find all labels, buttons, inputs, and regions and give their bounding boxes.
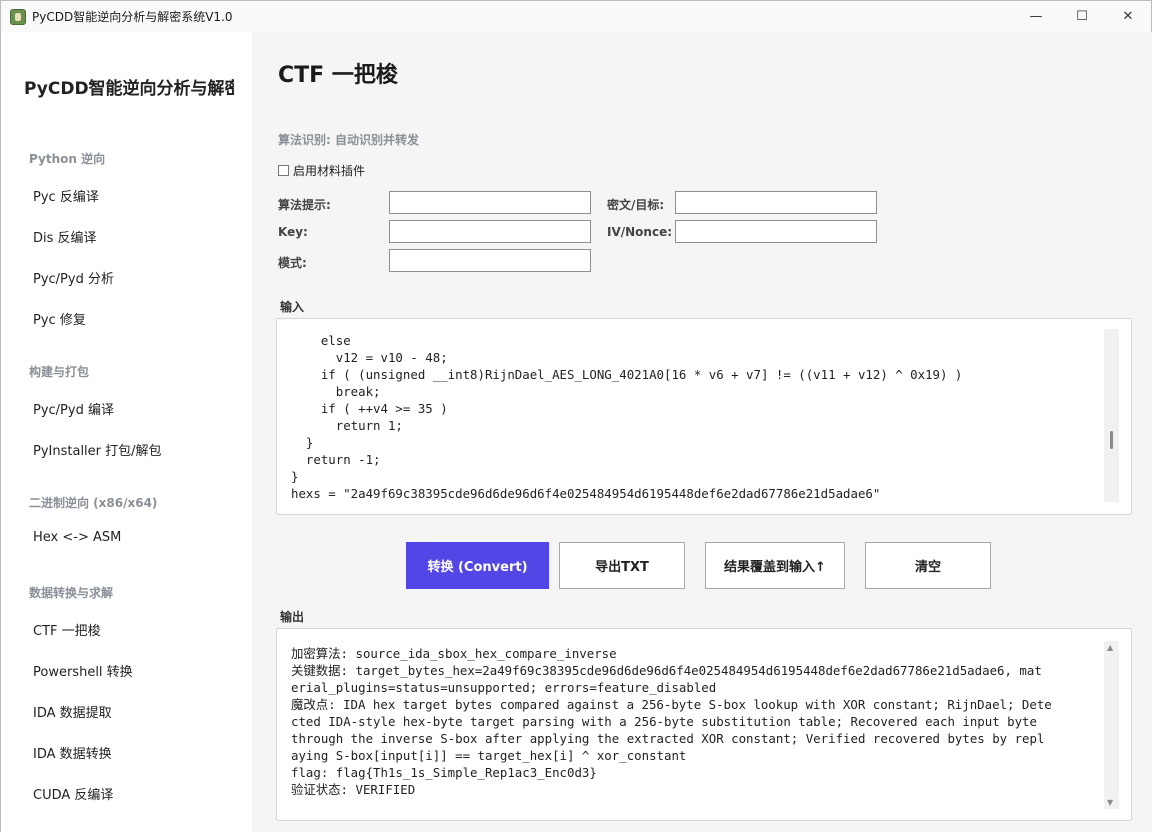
nav-ctf-solver[interactable]: CTF 一把梭 (33, 620, 101, 639)
plugin-toggle[interactable]: 启用材料插件 (278, 162, 365, 179)
output-scrollbar[interactable]: ▲ ▼ (1104, 641, 1119, 809)
section-binary-reverse: 二进制逆向 (x86/x64) (29, 496, 158, 510)
title-bar[interactable]: PyCDD智能逆向分析与解密系统V1.0 — ☐ ✕ (1, 1, 1151, 32)
page-title: CTF 一把梭 (278, 63, 398, 88)
key-label: Key: (278, 225, 308, 239)
output-label: 输出 (280, 610, 305, 624)
app-name: PyCDD智能逆向分析与解密系统V1.0 (24, 79, 234, 99)
output-line: erial_plugins=status=unsupported; errors… (291, 680, 717, 695)
nav-pyc-pyd-analysis[interactable]: Pyc/Pyd 分析 (33, 268, 114, 287)
input-scrollbar-thumb[interactable] (1110, 431, 1113, 449)
mode-input[interactable] (389, 249, 591, 272)
input-label: 输入 (280, 300, 305, 314)
section-build-pack: 构建与打包 (29, 365, 90, 379)
section-data-convert: 数据转换与求解 (29, 586, 114, 600)
window-controls: — ☐ ✕ (1013, 1, 1151, 32)
algo-hint-input[interactable] (389, 191, 591, 214)
key-input[interactable] (389, 220, 591, 243)
output-flag-line: flag: flag{Th1s_1s_Simple_Rep1ac3_Enc0d3… (291, 765, 597, 780)
output-line: 验证状态: VERIFIED (291, 782, 416, 797)
nav-pyc-decompile[interactable]: Pyc 反编译 (33, 186, 99, 205)
output-line: 加密算法: source_ida_sbox_hex_compare_invers… (291, 646, 617, 661)
sidebar: PyCDD智能逆向分析与解密系统V1.0 Python 逆向 Pyc 反编译 D… (1, 32, 252, 832)
app-icon (10, 8, 26, 25)
input-scrollbar[interactable] (1104, 329, 1119, 502)
nav-ida-convert[interactable]: IDA 数据转换 (33, 743, 112, 762)
minimize-button[interactable]: — (1013, 1, 1059, 32)
iv-nonce-input[interactable] (675, 220, 877, 243)
overwrite-input-button[interactable]: 结果覆盖到输入↑ (705, 542, 845, 589)
export-txt-button[interactable]: 导出TXT (559, 542, 685, 589)
mode-label: 模式: (278, 256, 307, 270)
input-line: if ( ++v4 >= 35 ) (291, 401, 448, 416)
maximize-button[interactable]: ☐ (1059, 1, 1105, 32)
output-line: cted IDA-style hex-byte target parsing w… (291, 714, 1037, 729)
nav-cuda-decompile[interactable]: CUDA 反编译 (33, 784, 113, 803)
input-line: v12 = v10 - 48; (291, 350, 448, 365)
main-content: CTF 一把梭 算法识别: 自动识别并转发 启用材料插件 算法提示: 密文/目标… (252, 32, 1152, 832)
input-line: } (291, 469, 299, 484)
section-python-reverse: Python 逆向 (29, 152, 106, 166)
clear-button[interactable]: 清空 (865, 542, 991, 589)
plugin-checkbox-label: 启用材料插件 (293, 164, 366, 178)
scroll-up-arrow-icon[interactable]: ▲ (1107, 643, 1113, 652)
output-line: 关键数据: target_bytes_hex=2a49f69c38395cde9… (291, 663, 1042, 678)
plugin-checkbox[interactable] (278, 165, 289, 176)
input-line: if ( (unsigned __int8)RijnDael_AES_LONG_… (291, 367, 963, 382)
nav-hex-asm[interactable]: Hex <-> ASM (33, 530, 121, 545)
nav-pyc-repair[interactable]: Pyc 修复 (33, 309, 86, 328)
input-line: else (291, 333, 351, 348)
input-textarea[interactable]: else v12 = v10 - 48; if ( (unsigned __in… (276, 318, 1132, 515)
convert-button[interactable]: 转换 (Convert) (406, 542, 549, 589)
output-line: aying S-box[input[i]] == target_hex[i] ^… (291, 748, 687, 763)
nav-dis-decompile[interactable]: Dis 反编译 (33, 227, 97, 246)
output-line: through the inverse S-box after applying… (291, 731, 1045, 746)
output-textarea[interactable]: 加密算法: source_ida_sbox_hex_compare_invers… (276, 628, 1132, 821)
cipher-target-input[interactable] (675, 191, 877, 214)
nav-powershell[interactable]: Powershell 转换 (33, 661, 133, 680)
input-line: hexs = "2a49f69c38395cde96d6de96d6f4e025… (291, 486, 881, 501)
nav-pyinstaller[interactable]: PyInstaller 打包/解包 (33, 440, 162, 459)
input-line: return -1; (291, 452, 381, 467)
window-title: PyCDD智能逆向分析与解密系统V1.0 (32, 10, 233, 24)
scroll-down-arrow-icon[interactable]: ▼ (1107, 798, 1113, 807)
iv-nonce-label: IV/Nonce: (607, 225, 673, 239)
input-line: break; (291, 384, 381, 399)
input-line: } (291, 435, 314, 450)
nav-ida-extract[interactable]: IDA 数据提取 (33, 702, 112, 721)
close-button[interactable]: ✕ (1105, 1, 1151, 32)
nav-pyc-pyd-compile[interactable]: Pyc/Pyd 编译 (33, 399, 114, 418)
app-window: PyCDD智能逆向分析与解密系统V1.0 — ☐ ✕ PyCDD智能逆向分析与解… (0, 0, 1152, 832)
input-line: return 1; (291, 418, 403, 433)
output-line: 魔改点: IDA hex target bytes compared again… (291, 697, 1052, 712)
algo-hint-label: 算法提示: (278, 198, 331, 212)
cipher-target-label: 密文/目标: (607, 198, 665, 212)
algorithm-identification: 算法识别: 自动识别并转发 (278, 133, 419, 147)
